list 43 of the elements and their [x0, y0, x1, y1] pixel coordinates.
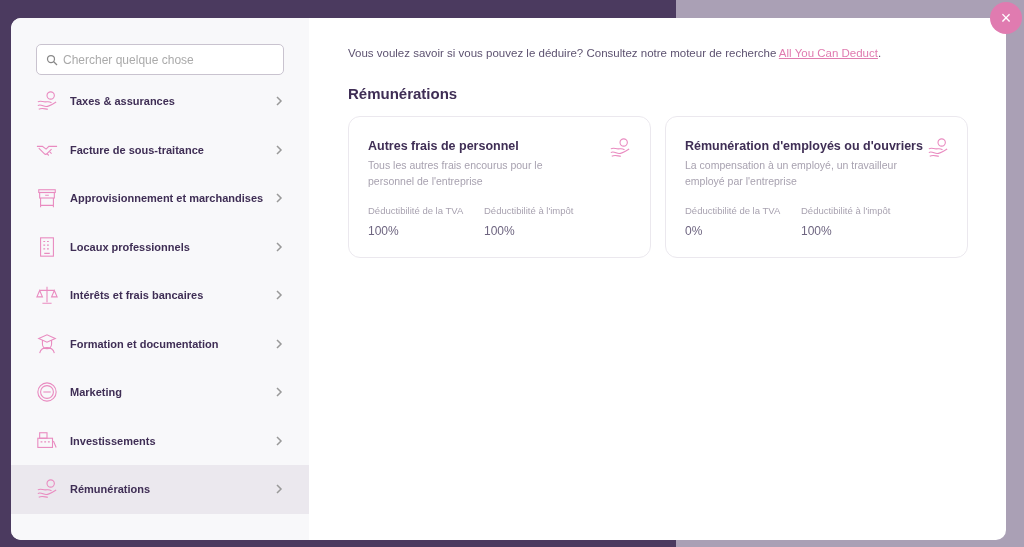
chevron-right-icon	[275, 435, 283, 446]
chevron-right-icon	[275, 387, 283, 398]
stat-label: Déductibilité à l'impôt	[801, 204, 892, 219]
search-field[interactable]: Chercher quelque chose	[36, 44, 284, 75]
card-title: Autres frais de personnel	[368, 137, 520, 155]
graduate-icon	[36, 332, 58, 355]
sidebar-item[interactable]: Intérêts et frais bancaires	[11, 271, 309, 320]
card-title: Rémunération d'employés ou d'ouvriers	[685, 137, 923, 155]
search-icon	[46, 54, 58, 66]
chevron-right-icon	[275, 484, 283, 495]
hand-coin-icon	[36, 90, 58, 113]
sidebar-item[interactable]: Rémunérations	[11, 465, 309, 514]
stat-label: Déductibilité à l'impôt	[484, 204, 575, 219]
stat-label: Déductibilité de la TVA	[368, 204, 465, 219]
sidebar-item[interactable]: Locaux professionnels	[11, 222, 309, 271]
category-card[interactable]: Rémunération d'employés ou d'ouvriers La compensation à un employé, un travailleur employé par l'entreprise Déductibilité de la TVA 0% Déductibilité à l'impôt 100%	[665, 115, 968, 258]
hand-coin-icon	[926, 136, 949, 159]
sidebar-item[interactable]: Formation et documentation	[11, 319, 309, 368]
section-title: Rémunérations	[348, 84, 459, 104]
chevron-right-icon	[275, 241, 283, 252]
stat-value: 100%	[368, 222, 400, 240]
category-card[interactable]: Autres frais de personnel Tous les autres frais encourus pour le personnel de l'entreprise Déductibilité de la TVA 100% Déductibilité à l'impôt 100%	[348, 115, 651, 258]
sidebar-item[interactable]: Investissements	[11, 416, 309, 465]
stat-value: 0%	[685, 222, 704, 240]
sidebar-item[interactable]: Taxes & assurances	[11, 77, 309, 126]
sidebar-item[interactable]: Facture de sous-traitance	[11, 125, 309, 174]
hand-coin-icon	[36, 478, 58, 501]
chevron-right-icon	[275, 290, 283, 301]
stat-value: 100%	[801, 222, 833, 240]
hand-coin-icon	[609, 136, 631, 159]
sidebar-item[interactable]: Approvisionnement et marchandises	[11, 174, 309, 223]
chevron-right-icon	[275, 96, 283, 107]
chevron-right-icon	[275, 338, 283, 349]
card-description: Tous les autres frais encourus pour le personnel de l'entreprise	[368, 158, 544, 190]
card-description: La compensation à un employé, un travailleur employé par l'entreprise	[685, 158, 898, 190]
chevron-right-icon	[275, 144, 283, 155]
drawer-table-icon	[36, 187, 58, 210]
intro-text: Vous voulez savoir si vous pouvez le déduire? Consultez notre moteur de recherche All You Can Deduct.	[348, 46, 883, 61]
scales-icon	[36, 284, 58, 307]
stat-label: Déductibilité de la TVA	[685, 204, 782, 219]
sidebar-item[interactable]: Marketing	[11, 368, 309, 417]
chevron-right-icon	[275, 193, 284, 204]
stat-value: 100%	[484, 222, 516, 240]
